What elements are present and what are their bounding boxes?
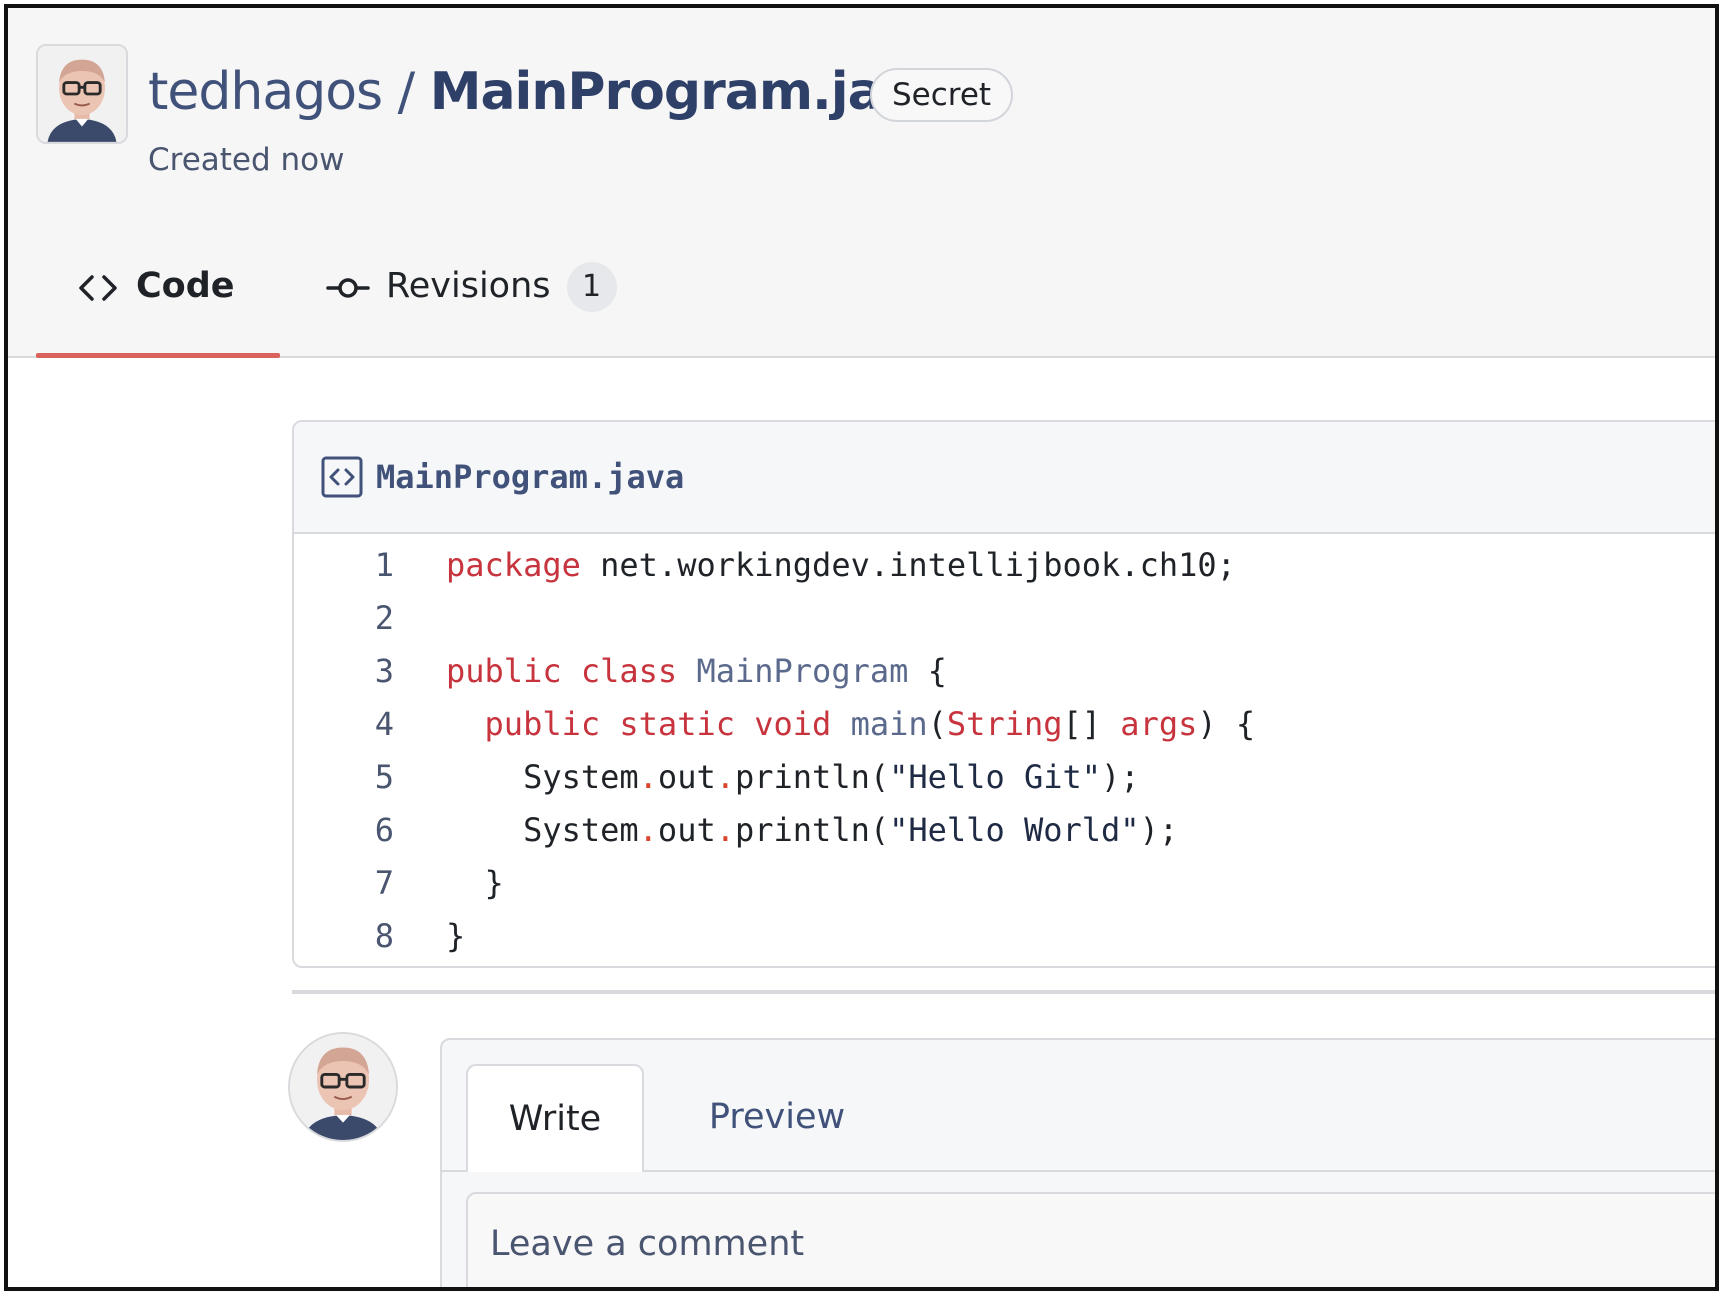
file-header: MainProgram.java (294, 422, 1715, 534)
code-token: } (446, 916, 466, 955)
code-icon (79, 275, 117, 301)
gist-title: tedhagos / MainProgram.java (148, 60, 950, 124)
code-line: 4 public static void main(String[] args)… (294, 697, 1715, 750)
code-token: args (1120, 704, 1198, 743)
code-line: 3 public class MainProgram { (294, 644, 1715, 697)
code-view: 1 package net.workingdev.intellijbook.ch1… (294, 534, 1715, 962)
code-token: public (484, 704, 601, 743)
code-token: void (754, 704, 832, 743)
owner-link[interactable]: tedhagos (148, 62, 383, 122)
revisions-count: 1 (566, 262, 617, 312)
code-line: 6 System.out.println("Hello World"); (294, 803, 1715, 856)
code-line: 2 (294, 591, 1715, 644)
code-token: public (446, 651, 562, 690)
section-divider (292, 990, 1715, 994)
code-line: 1 package net.workingdev.intellijbook.ch1… (294, 538, 1715, 591)
line-code: System.out.println("Hello Git"); (394, 758, 1140, 796)
title-separator: / (397, 62, 416, 122)
comment-form: Write Preview (440, 1038, 1715, 1287)
gist-header: tedhagos / MainProgram.java Secret Creat… (8, 8, 1715, 358)
line-code: } (394, 917, 465, 955)
code-token: } (446, 863, 504, 902)
code-token: ( (927, 704, 947, 743)
code-token: "Hello World" (889, 810, 1140, 849)
line-code: System.out.println("Hello World"); (394, 811, 1178, 849)
line-number[interactable]: 7 (294, 864, 394, 902)
code-token: . (638, 757, 658, 796)
code-token: out (657, 757, 716, 796)
code-token: main (850, 704, 928, 743)
line-number[interactable]: 6 (294, 811, 394, 849)
code-token: . (638, 810, 658, 849)
code-token: . (715, 810, 735, 849)
line-number[interactable]: 8 (294, 917, 394, 955)
tab-revisions[interactable]: Revisions 1 (326, 248, 617, 358)
code-token: out (657, 810, 716, 849)
line-code: public static void main(String[] args) { (394, 704, 1256, 743)
comment-input[interactable] (466, 1192, 1715, 1287)
code-line: 7 } (294, 856, 1715, 909)
line-number[interactable]: 1 (294, 546, 394, 584)
code-token: String (946, 704, 1063, 743)
line-number[interactable]: 4 (294, 705, 394, 743)
file-name-link[interactable]: MainProgram.java (376, 458, 684, 496)
code-token: { (908, 651, 947, 690)
owner-avatar[interactable] (36, 44, 128, 144)
line-code: package net.workingdev.intellijbook.ch10… (394, 546, 1236, 584)
code-token: ); (1101, 757, 1140, 796)
tab-code[interactable]: Code (36, 248, 280, 358)
created-timestamp: Created now (148, 142, 345, 178)
code-token: "Hello Git" (889, 757, 1102, 796)
code-token: class (580, 651, 678, 690)
code-token: System (446, 810, 639, 849)
line-code: } (394, 864, 504, 902)
code-token: [] (1062, 704, 1121, 743)
tab-write[interactable]: Write (466, 1064, 644, 1172)
file-code-icon (321, 456, 363, 498)
code-token: net.workingdev.intellijbook.ch10; (580, 545, 1236, 584)
code-token: . (715, 757, 735, 796)
visibility-badge: Secret (870, 68, 1014, 122)
line-number[interactable]: 3 (294, 652, 394, 690)
tab-code-label: Code (136, 266, 235, 306)
commenter-avatar[interactable] (288, 1032, 398, 1142)
code-token: println( (734, 757, 890, 796)
line-number[interactable]: 5 (294, 758, 394, 796)
line-code: public class MainProgram { (394, 652, 947, 690)
avatar-icon (38, 46, 126, 142)
file-box: MainProgram.java 1 package net.workingdev… (292, 420, 1715, 968)
code-line: 8} (294, 909, 1715, 962)
code-token: package (446, 545, 581, 584)
code-token: System (446, 757, 639, 796)
commit-icon (326, 278, 370, 298)
avatar-icon (290, 1034, 396, 1140)
line-number[interactable]: 2 (294, 599, 394, 637)
code-line: 5 System.out.println("Hello Git"); (294, 750, 1715, 803)
code-token: println( (734, 810, 890, 849)
code-token: ); (1139, 810, 1179, 849)
code-token: static (619, 704, 735, 743)
page-frame: tedhagos / MainProgram.java Secret Creat… (4, 4, 1719, 1291)
code-token: ) { (1197, 704, 1256, 743)
code-token: MainProgram (696, 651, 909, 690)
tab-preview[interactable]: Preview (672, 1064, 882, 1170)
tab-revisions-label: Revisions (386, 266, 551, 306)
